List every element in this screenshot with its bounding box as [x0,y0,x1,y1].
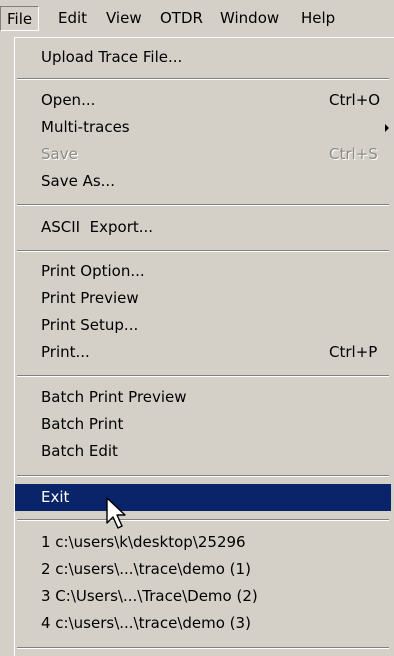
menu-separator [17,78,389,80]
menu-item-upload-trace-file[interactable]: Upload Trace File... [15,44,391,71]
menu-item-save: Save Ctrl+S [15,141,391,168]
menu-separator [17,647,389,649]
menu-view[interactable]: View [100,6,148,31]
menu-item-label: Upload Trace File... [41,48,183,66]
recent-file-item[interactable]: 1 c:\users\k\desktop\25296 [15,529,391,556]
menu-separator [17,519,389,521]
menu-item-ascii-export[interactable]: ASCII Export... [15,214,391,241]
menu-item-label: Print Option... [41,262,145,280]
menu-item-label: Print Preview [41,289,139,307]
menu-item-label: 2 c:\users\...\trace\demo (1) [41,560,251,578]
menu-window[interactable]: Window [214,6,285,31]
menu-item-print[interactable]: Print... Ctrl+P [15,339,391,366]
menu-item-shortcut: Ctrl+O [329,91,381,109]
menu-separator [17,204,389,206]
menu-item-shortcut: Ctrl+P [329,343,378,361]
menu-item-batch-edit[interactable]: Batch Edit [15,438,391,465]
menu-separator [17,475,389,477]
menu-otdr[interactable]: OTDR [154,6,209,31]
menu-item-save-as[interactable]: Save As... [15,168,391,195]
menu-item-print-option[interactable]: Print Option... [15,258,391,285]
menu-bar: File Edit View OTDR Window Help [0,0,394,37]
menu-item-exit[interactable]: Exit [15,484,391,511]
app-window: File Edit View OTDR Window Help Upload T… [0,0,394,656]
menu-item-label: Print Setup... [41,316,139,334]
menu-item-shortcut: Ctrl+S [329,145,378,163]
menu-separator [17,250,389,252]
menu-item-label: Save As... [41,172,115,190]
menu-edit[interactable]: Edit [52,6,93,31]
menu-item-label: 4 c:\users\...\trace\demo (3) [41,614,251,632]
menu-item-label: Batch Print [41,415,124,433]
menu-item-print-setup[interactable]: Print Setup... [15,312,391,339]
menu-item-label: 3 C:\Users\...\Trace\Demo (2) [41,587,258,605]
submenu-arrow-icon [385,124,389,132]
menu-help[interactable]: Help [295,6,341,31]
menu-item-label: Batch Edit [41,442,118,460]
menu-item-label: Print... [41,343,90,361]
menu-item-batch-print-preview[interactable]: Batch Print Preview [15,384,391,411]
menu-item-open[interactable]: Open... Ctrl+O [15,87,391,114]
menu-file[interactable]: File [0,6,40,31]
recent-file-item[interactable]: 2 c:\users\...\trace\demo (1) [15,556,391,583]
menu-item-label: Exit [41,488,70,506]
menu-item-print-preview[interactable]: Print Preview [15,285,391,312]
menu-item-label: Open... [41,91,96,109]
file-menu-dropdown: Upload Trace File... Open... Ctrl+O Mult… [14,37,394,656]
menu-item-label: Batch Print Preview [41,388,187,406]
menu-separator [17,375,389,377]
recent-file-item[interactable]: 4 c:\users\...\trace\demo (3) [15,610,391,637]
menu-item-label: Save [41,145,78,163]
menu-item-label: Multi-traces [41,118,130,136]
recent-file-item[interactable]: 3 C:\Users\...\Trace\Demo (2) [15,583,391,610]
menu-item-multi-traces[interactable]: Multi-traces [15,114,391,141]
menu-item-label: 1 c:\users\k\desktop\25296 [41,533,246,551]
menu-item-label: ASCII Export... [41,218,154,236]
menu-item-batch-print[interactable]: Batch Print [15,411,391,438]
